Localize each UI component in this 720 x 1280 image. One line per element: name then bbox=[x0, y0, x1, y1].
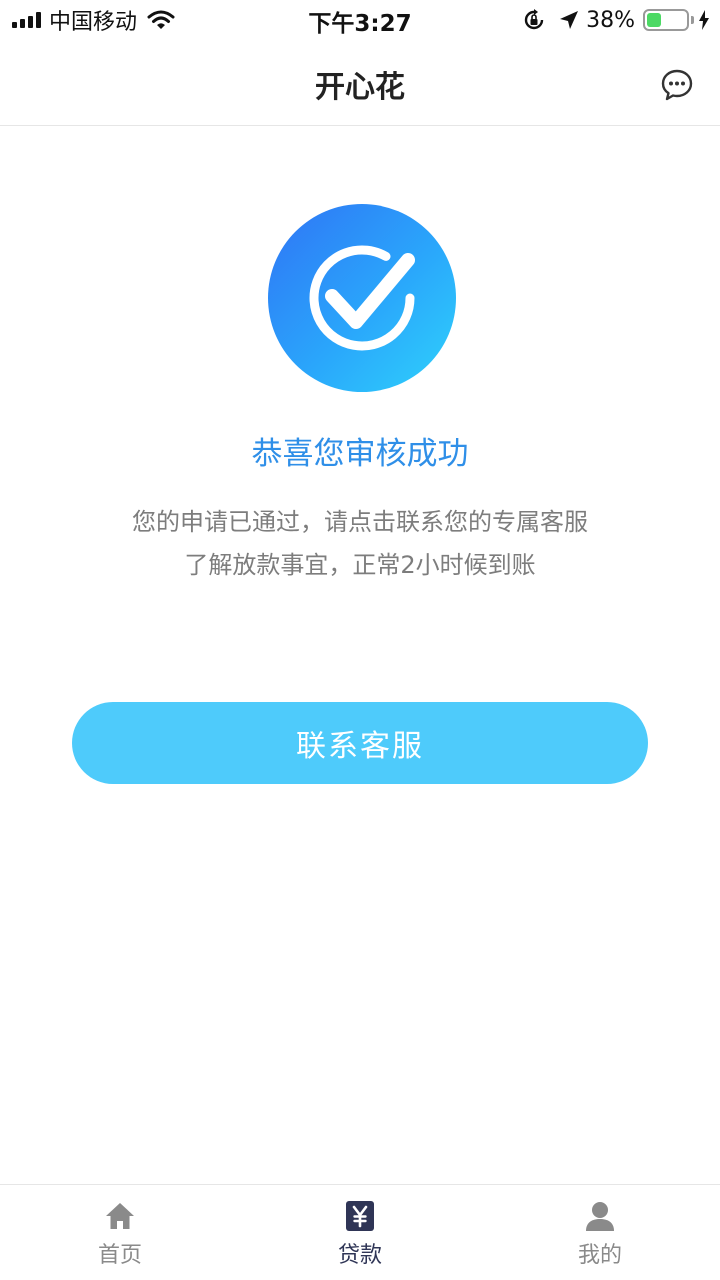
yen-icon bbox=[346, 1201, 374, 1231]
status-bar: 中国移动 下午3:27 38% bbox=[0, 0, 720, 40]
location-icon bbox=[560, 11, 579, 29]
chat-bubble-icon[interactable] bbox=[660, 68, 694, 102]
success-title: 恭喜您审核成功 bbox=[251, 436, 469, 472]
wifi-icon bbox=[147, 10, 175, 29]
tab-label: 首页 bbox=[97, 1243, 142, 1268]
user-icon bbox=[586, 1202, 614, 1231]
tab-label: 我的 bbox=[577, 1243, 622, 1268]
charging-icon bbox=[699, 10, 709, 30]
tab-loan[interactable]: 贷款 bbox=[240, 1185, 480, 1280]
tab-label: 贷款 bbox=[337, 1243, 382, 1268]
orientation-lock-icon bbox=[524, 9, 544, 30]
description-line-2: 了解放款事宜，正常2小时候到账 bbox=[184, 551, 536, 579]
description-line-1: 您的申请已通过，请点击联系您的专属客服 bbox=[132, 508, 588, 536]
battery-percent: 38% bbox=[586, 7, 635, 33]
page-title: 开心花 bbox=[315, 70, 405, 105]
check-circle-icon bbox=[309, 245, 415, 351]
success-badge bbox=[268, 204, 456, 392]
contact-service-button[interactable]: 联系客服 bbox=[72, 702, 648, 784]
carrier-name: 中国移动 bbox=[49, 10, 138, 35]
home-icon bbox=[106, 1203, 134, 1229]
tab-profile[interactable]: 我的 bbox=[480, 1185, 720, 1280]
battery-icon bbox=[643, 9, 689, 31]
tab-home[interactable]: 首页 bbox=[0, 1185, 240, 1280]
signal-icon bbox=[12, 12, 41, 28]
tab-bar: 首页 贷款 我的 bbox=[0, 1184, 720, 1280]
nav-bar: 开心花 bbox=[0, 40, 720, 126]
